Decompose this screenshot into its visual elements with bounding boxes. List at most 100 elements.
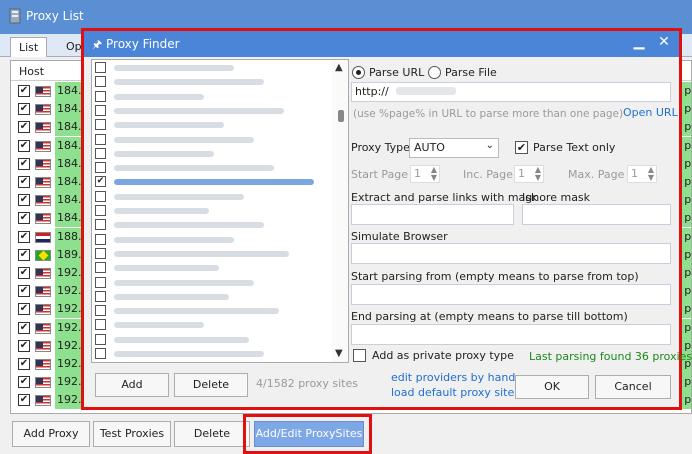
spinner-arrows-icon[interactable]: ▲ ▼	[431, 166, 437, 182]
site-checkbox[interactable]	[95, 104, 106, 116]
start-page-spinner[interactable]: 1 ▲ ▼	[410, 165, 440, 183]
list-item[interactable]	[92, 261, 332, 275]
parse-text-only-checkbox[interactable]: ✔	[515, 141, 528, 154]
row-checkbox[interactable]: ✔	[18, 212, 30, 225]
list-item[interactable]	[92, 161, 332, 175]
row-checkbox[interactable]: ✔	[18, 103, 30, 116]
site-checkbox[interactable]	[95, 219, 106, 231]
row-checkbox[interactable]: ✔	[18, 339, 30, 352]
ok-button[interactable]: OK	[515, 375, 589, 399]
site-checkbox[interactable]	[95, 290, 106, 302]
row-checkbox[interactable]: ✔	[18, 157, 30, 170]
row-checkbox[interactable]: ✔	[18, 267, 30, 279]
extract-mask-input[interactable]	[351, 204, 514, 225]
spinner-arrows-icon[interactable]: ▲ ▼	[648, 166, 654, 182]
parse-url-radio[interactable]	[352, 66, 365, 79]
site-checkbox[interactable]	[95, 76, 106, 88]
list-item[interactable]	[92, 147, 332, 161]
dialog-title-bar[interactable]: 🖈 Proxy Finder ▁ ✕	[84, 31, 679, 57]
site-checkbox[interactable]	[95, 119, 106, 131]
row-checkbox[interactable]: ✔	[18, 303, 30, 316]
list-item[interactable]	[92, 304, 332, 318]
add-site-button[interactable]: Add	[95, 373, 169, 397]
row-checkbox[interactable]: ✔	[18, 194, 30, 207]
list-item[interactable]	[92, 61, 332, 75]
add-edit-proxysites-button[interactable]: Add/Edit ProxySites	[254, 421, 364, 447]
site-checkbox[interactable]	[95, 319, 106, 331]
site-checkbox[interactable]: ✔	[95, 176, 106, 188]
site-checkbox[interactable]	[95, 276, 106, 288]
add-proxy-button[interactable]: Add Proxy	[12, 421, 90, 447]
list-item[interactable]	[92, 318, 332, 332]
list-item[interactable]	[92, 190, 332, 204]
load-default-sites-link[interactable]: load default proxy sites	[391, 386, 520, 399]
list-item[interactable]	[92, 290, 332, 304]
site-checkbox[interactable]	[95, 247, 106, 259]
site-checkbox[interactable]	[95, 162, 106, 174]
site-checkbox[interactable]	[95, 90, 106, 102]
list-item[interactable]	[92, 90, 332, 104]
sites-scrollbar[interactable]: ▲ ▼	[332, 60, 348, 362]
start-page-label: Start Page	[351, 168, 408, 181]
site-checkbox[interactable]	[95, 147, 106, 159]
list-item[interactable]	[92, 118, 332, 132]
site-checkbox[interactable]	[95, 333, 106, 345]
row-checkbox[interactable]: ✔	[18, 121, 30, 134]
scroll-down-icon[interactable]: ▼	[335, 348, 343, 359]
row-checkbox[interactable]: ✔	[18, 285, 30, 298]
list-item[interactable]	[92, 276, 332, 290]
start-parsing-input[interactable]	[351, 284, 671, 305]
open-url-link[interactable]: Open URL	[623, 106, 678, 119]
list-item[interactable]	[92, 133, 332, 147]
simulate-browser-input[interactable]	[351, 243, 671, 264]
site-checkbox[interactable]	[95, 133, 106, 145]
tab-list[interactable]: List	[10, 37, 48, 57]
list-item[interactable]	[92, 247, 332, 261]
private-proxy-checkbox[interactable]	[353, 349, 366, 362]
row-checkbox[interactable]: ✔	[18, 321, 30, 334]
spinner-arrows-icon[interactable]: ▲ ▼	[535, 166, 541, 182]
proxy-type-select[interactable]: AUTO ⌄	[409, 138, 499, 158]
max-page-spinner[interactable]: 1 ▲ ▼	[627, 165, 657, 183]
row-checkbox[interactable]: ✔	[18, 376, 30, 389]
list-item[interactable]	[92, 104, 332, 118]
list-item[interactable]	[92, 75, 332, 89]
site-checkbox[interactable]	[95, 348, 106, 359]
site-checkbox[interactable]	[95, 190, 106, 202]
delete-proxy-button[interactable]: Delete	[174, 421, 250, 447]
site-checkbox[interactable]	[95, 205, 106, 216]
row-checkbox[interactable]: ✔	[18, 139, 30, 152]
pin-icon[interactable]: 🖈	[92, 36, 102, 55]
site-checkbox[interactable]	[95, 62, 106, 73]
delete-site-button[interactable]: Delete	[174, 373, 248, 397]
test-proxies-button[interactable]: Test Proxies	[93, 421, 171, 447]
list-item[interactable]	[92, 233, 332, 247]
list-item[interactable]	[92, 333, 332, 347]
ignore-mask-input[interactable]	[522, 204, 671, 225]
inc-page-spinner[interactable]: 1 ▲ ▼	[514, 165, 544, 183]
list-item[interactable]	[92, 347, 332, 361]
minimize-icon[interactable]: ▁	[629, 34, 649, 54]
list-item[interactable]: ✔	[92, 175, 332, 189]
row-checkbox[interactable]: ✔	[18, 230, 30, 243]
scroll-thumb[interactable]	[338, 110, 344, 122]
proxy-sites-list[interactable]: ✔ ▲ ▼	[91, 59, 349, 363]
parse-file-radio[interactable]	[428, 66, 441, 79]
url-input[interactable]: http://	[351, 82, 671, 102]
list-item[interactable]	[92, 218, 332, 232]
end-parsing-input[interactable]	[351, 324, 671, 345]
row-checkbox[interactable]: ✔	[18, 358, 30, 370]
list-item[interactable]	[92, 204, 332, 218]
close-icon[interactable]: ✕	[654, 34, 674, 54]
row-checkbox[interactable]: ✔	[18, 176, 30, 188]
site-checkbox[interactable]	[95, 233, 106, 245]
row-checkbox[interactable]: ✔	[18, 394, 30, 407]
site-checkbox[interactable]	[95, 262, 106, 274]
row-checkbox[interactable]: ✔	[18, 248, 30, 261]
row-checkbox[interactable]: ✔	[18, 85, 30, 97]
site-checkbox[interactable]	[95, 305, 106, 317]
cancel-button[interactable]: Cancel	[595, 375, 671, 399]
simulate-browser-label: Simulate Browser	[351, 230, 448, 243]
edit-providers-link[interactable]: edit providers by hand	[391, 371, 515, 384]
scroll-up-icon[interactable]: ▲	[335, 62, 343, 73]
